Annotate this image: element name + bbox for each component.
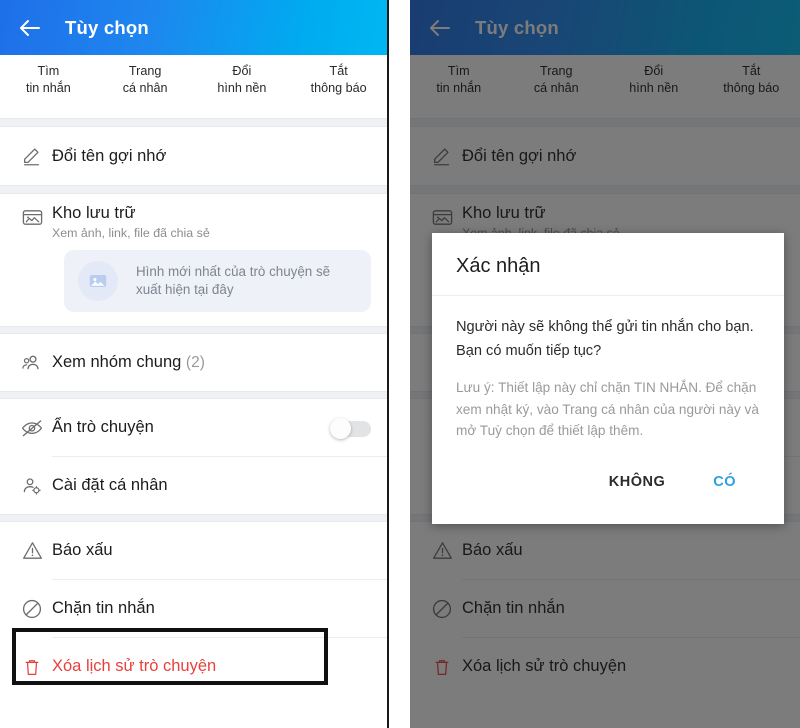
confirm-dialog-message: Người này sẽ không thể gửi tin nhắn cho … [456, 319, 754, 359]
tab-find-message-line1: Tìm [37, 64, 60, 78]
menu-item-block-messages[interactable]: Chặn tin nhắn [0, 580, 387, 637]
app-bar: Tùy chọn [0, 0, 387, 55]
menu-item-personal-settings[interactable]: Cài đặt cá nhân [0, 457, 387, 514]
menu-item-common-groups-label: Xem nhóm chung (2) [52, 353, 205, 372]
menu-item-rename-label: Đổi tên gợi nhớ [52, 146, 167, 165]
user-gear-icon [12, 474, 52, 498]
menu-item-common-groups-count: (2) [185, 354, 205, 371]
dialog-confirm-button[interactable]: CÓ [687, 462, 762, 502]
menu-item-personal-settings-label: Cài đặt cá nhân [52, 476, 168, 494]
menu-item-common-groups[interactable]: Xem nhóm chung (2) [0, 334, 387, 391]
block-circle-icon [12, 597, 52, 621]
tab-profile-line2: cá nhân [122, 80, 168, 95]
confirm-dialog-title: Xác nhận [432, 233, 784, 296]
menu-item-report-label: Báo xấu [52, 541, 113, 559]
tab-find-message[interactable]: Tìm tin nhắn [0, 63, 97, 96]
trash-icon [12, 656, 52, 678]
tab-mute-notifications-line1: Tắt [329, 64, 348, 78]
phone-screen-right: Tùy chọn Tìm tin nhắn Trang cá nhân Đổi … [410, 0, 800, 728]
options-screen-dimmed: Tùy chọn Tìm tin nhắn Trang cá nhân Đổi … [410, 0, 800, 728]
back-arrow-icon[interactable] [17, 15, 43, 41]
menu-item-delete-history-label: Xóa lịch sử trò chuyện [52, 657, 217, 675]
menu-item-delete-history[interactable]: Xóa lịch sử trò chuyện [0, 638, 387, 695]
menu-item-archive-text: Kho lưu trữ Xem ảnh, link, file đã chia … [52, 204, 210, 240]
toggle-knob [330, 417, 351, 439]
section-divider-3 [0, 326, 387, 334]
section-divider [0, 118, 387, 127]
confirm-dialog: Xác nhận Người này sẽ không thể gửi tin … [432, 233, 784, 524]
people-icon [12, 351, 52, 375]
menu-item-archive[interactable]: Kho lưu trữ Xem ảnh, link, file đã chia … [0, 194, 387, 244]
photo-folder-icon [12, 206, 52, 229]
tab-profile[interactable]: Trang cá nhân [97, 63, 194, 96]
confirm-dialog-note: Lưu ý: Thiết lập này chỉ chặn TIN NHẮN. … [456, 380, 759, 439]
tab-change-wallpaper[interactable]: Đổi hình nền [194, 63, 291, 96]
phone-screen-left: Tùy chọn Tìm tin nhắn Trang cá nhân Đổi … [0, 0, 389, 728]
tab-change-wallpaper-line2: hình nền [217, 80, 267, 95]
tab-mute-notifications-line2: thông báo [310, 80, 367, 95]
menu-item-block-messages-label: Chặn tin nhắn [52, 599, 155, 617]
confirm-dialog-body: Người này sẽ không thể gửi tin nhắn cho … [432, 296, 784, 446]
section-divider-4 [0, 391, 387, 399]
section-divider-5 [0, 514, 387, 522]
warning-triangle-icon [12, 539, 52, 562]
tab-profile-line1: Trang [128, 64, 162, 78]
tab-find-message-line2: tin nhắn [25, 80, 71, 95]
screenshot-stage: Tùy chọn Tìm tin nhắn Trang cá nhân Đổi … [0, 0, 800, 728]
options-screen: Tùy chọn Tìm tin nhắn Trang cá nhân Đổi … [0, 0, 387, 728]
archive-empty-preview-text: Hình mới nhất của trò chuyện sẽ xuất hiệ… [136, 263, 331, 298]
menu-item-archive-label: Kho lưu trữ [52, 204, 136, 222]
pencil-icon [12, 145, 52, 167]
image-placeholder-icon [78, 261, 118, 301]
menu-item-archive-sublabel: Xem ảnh, link, file đã chia sẻ [52, 226, 210, 240]
menu-item-report[interactable]: Báo xấu [0, 522, 387, 579]
confirm-dialog-actions: KHÔNG CÓ [432, 446, 784, 524]
menu-item-rename[interactable]: Đổi tên gợi nhớ [0, 127, 387, 185]
tab-mute-notifications[interactable]: Tắt thông báo [290, 63, 387, 96]
menu-item-common-groups-text: Xem nhóm chung [52, 353, 182, 371]
eye-off-icon [12, 416, 52, 440]
page-title: Tùy chọn [65, 16, 149, 38]
archive-empty-preview-card[interactable]: Hình mới nhất của trò chuyện sẽ xuất hiệ… [64, 250, 371, 312]
dialog-cancel-button[interactable]: KHÔNG [593, 462, 681, 502]
quick-action-tabs: Tìm tin nhắn Trang cá nhân Đổi hình nền … [0, 55, 387, 118]
section-divider-2 [0, 185, 387, 194]
menu-item-hide-chat[interactable]: Ẩn trò chuyện [0, 399, 387, 456]
hide-chat-toggle[interactable] [327, 417, 371, 439]
tab-change-wallpaper-line1: Đổi [232, 64, 252, 78]
menu-item-hide-chat-label: Ẩn trò chuyện [52, 418, 154, 436]
